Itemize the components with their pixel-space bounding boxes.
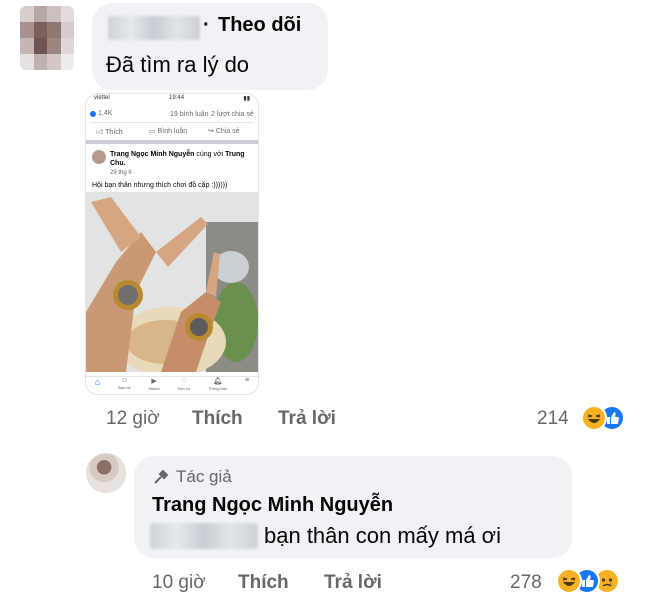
heart-icon: ♡ (180, 378, 188, 385)
post-text: Hội bạn thân nhưng thích chơi đồ cặp :))… (92, 182, 228, 189)
reply-button[interactable]: Trả lời (278, 408, 336, 430)
reply-avatar[interactable] (86, 453, 126, 493)
nav-menu[interactable]: ≡ (245, 377, 249, 384)
reaction-icons[interactable] (581, 405, 633, 431)
menu-icon: ≡ (244, 377, 250, 384)
nav-dating[interactable]: ♡ Hẹn hò (177, 377, 190, 391)
reply-reaction-count[interactable]: 278 (510, 572, 542, 594)
section-divider (86, 140, 258, 144)
post-date: 29 thg 6 · (110, 170, 136, 176)
reaction-count: 1,4K (98, 110, 113, 117)
post-author[interactable]: Trang Ngọc Minh Nguyễn (110, 151, 194, 158)
hands-watches-image (86, 192, 258, 372)
comment-separator: · (203, 14, 210, 36)
reaction-summary: 1,4K (90, 110, 112, 117)
reply-time[interactable]: 10 giờ (152, 572, 206, 594)
post-avatar[interactable] (92, 150, 106, 164)
nav-home[interactable]: ⌂ (95, 377, 100, 387)
share-icon: ↪ (208, 128, 214, 135)
reply-like-button[interactable]: Thích (238, 572, 289, 594)
like-icon (90, 110, 96, 117)
bottom-nav: ⌂ ☺ Bạn bè ▶ Watch ♡ Hẹn hò 🔔︎ Thông báo ≡ (86, 376, 258, 394)
follow-button[interactable]: Theo dõi (218, 14, 301, 37)
reply-reply-button[interactable]: Trả lời (324, 572, 382, 594)
like-button[interactable]: Thích (192, 408, 243, 430)
author-badge-label: Tác giả (176, 467, 232, 486)
comment-label: Bình luận (157, 128, 188, 135)
status-time: 19:44 (169, 95, 185, 101)
nav-label: Bạn bè (118, 385, 131, 390)
home-icon: ⌂ (94, 377, 101, 387)
comment-text: Đã tìm ra lý do (106, 52, 250, 77)
reply-reaction-icons[interactable] (556, 568, 636, 594)
haha-icon (556, 568, 582, 594)
nav-watch[interactable]: ▶ Watch (149, 377, 160, 391)
reaction-count[interactable]: 214 (537, 408, 569, 430)
share-action[interactable]: ↪ Chia sẻ (208, 127, 240, 135)
comment-time[interactable]: 12 giờ (106, 408, 160, 430)
bell-icon: 🔔︎ (213, 378, 223, 385)
watch-icon: ▶ (151, 378, 157, 385)
status-bar: viettel 19:44 ▮▮ (86, 94, 258, 105)
battery-icon: ▮▮ (243, 96, 250, 102)
nav-label: Hẹn hò (177, 386, 191, 391)
nav-label: Watch (148, 386, 160, 391)
comment-icon: ▭ (149, 128, 156, 135)
comment-action[interactable]: ▭ Bình luận (149, 127, 187, 135)
like-label: Thích (105, 129, 123, 136)
attached-screenshot[interactable]: viettel 19:44 ▮▮ 1,4K 19 bình luận 2 lượ… (86, 94, 258, 394)
shares-count: 2 lượt chia sẻ (211, 111, 254, 118)
thumb-icon: 👍︎ (96, 129, 104, 136)
comments-count: 19 bình luận (170, 111, 209, 118)
nav-label: Thông báo (208, 386, 228, 391)
divider (90, 122, 254, 123)
blurred-mention (150, 523, 258, 549)
author-badge: Tác giả (152, 467, 232, 487)
reply-author[interactable]: Trang Ngọc Minh Nguyễn (152, 494, 393, 517)
reply-text: bạn thân con mấy má ơi (264, 523, 501, 548)
post-header: Trang Ngọc Minh Nguyễn cùng với Trung Ch… (110, 150, 255, 168)
like-action[interactable]: 👍︎ Thích (96, 127, 123, 136)
haha-icon (581, 405, 607, 431)
friends-icon: ☺ (120, 377, 128, 384)
share-label: Chia sẻ (215, 128, 240, 135)
post-with-label: cùng với (196, 151, 224, 158)
post-photo[interactable] (86, 192, 258, 372)
nav-friends[interactable]: ☺ Bạn bè (118, 377, 131, 390)
nav-notifications[interactable]: 🔔︎ Thông báo (208, 377, 227, 391)
blurred-commenter-name (108, 16, 200, 40)
carrier-label: viettel (94, 95, 110, 101)
avatar[interactable] (20, 6, 74, 70)
mic-pen-icon (154, 469, 169, 484)
